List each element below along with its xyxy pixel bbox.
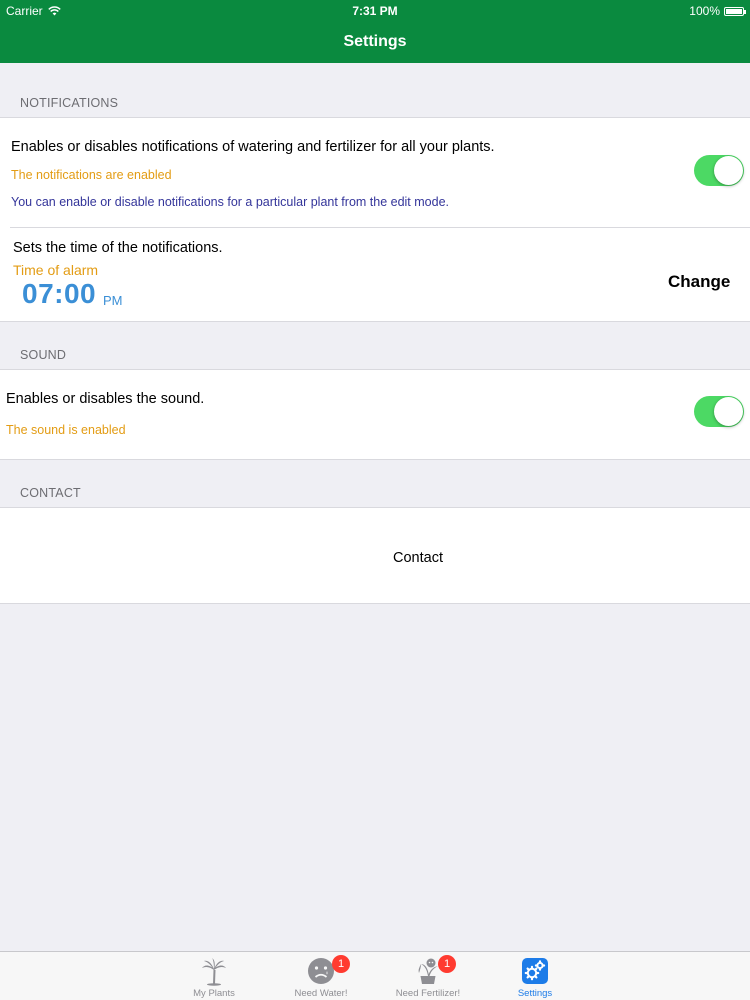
toggle-knob (714, 156, 743, 185)
notifications-section-header: NOTIFICATIONS (20, 96, 119, 110)
battery-icon (724, 6, 746, 16)
notification-badge: 1 (438, 955, 456, 973)
sound-description: Enables or disables the sound. (6, 391, 205, 407)
nav-bar: Settings (0, 20, 750, 63)
sound-toggle[interactable] (694, 396, 744, 427)
notifications-description: Enables or disables notifications of wat… (11, 139, 495, 155)
tab-label: Settings (517, 988, 553, 999)
tab-label: Need Water! (294, 988, 348, 999)
cell-divider (10, 227, 750, 228)
tab-bar: My Plants 1 Need Water! 1 Need Fertilize… (0, 951, 750, 1000)
contact-button[interactable]: Contact (0, 550, 750, 566)
notifications-hint: You can enable or disable notifications … (11, 195, 449, 209)
sound-section-header: SOUND (20, 348, 67, 362)
sound-group: Enables or disables the sound. The sound… (0, 369, 750, 460)
notifications-status: The notifications are enabled (11, 168, 172, 182)
change-time-button[interactable]: Change (668, 272, 730, 292)
gear-icon (522, 958, 548, 984)
tab-need-water[interactable]: 1 Need Water! (271, 952, 371, 1000)
contact-group: Contact (0, 507, 750, 604)
tab-need-fertilizer[interactable]: 1 Need Fertilizer! (378, 952, 478, 1000)
time-of-alarm-label: Time of alarm (13, 262, 99, 278)
alarm-time-period: PM (103, 293, 123, 308)
contact-section-header: CONTACT (20, 486, 81, 500)
palm-tree-icon (202, 958, 226, 986)
tab-my-plants[interactable]: My Plants (164, 952, 264, 1000)
notifications-toggle[interactable] (694, 155, 744, 186)
battery-indicator: 100% (689, 4, 746, 18)
alarm-time-value: 07:00 (22, 278, 97, 309)
notification-badge: 1 (332, 955, 350, 973)
status-bar: Carrier 7:31 PM 100% (0, 0, 750, 20)
tab-label: Need Fertilizer! (395, 988, 461, 999)
toggle-knob (714, 397, 743, 426)
page-title: Settings (343, 33, 407, 50)
tab-settings[interactable]: Settings (485, 952, 585, 1000)
time-description: Sets the time of the notifications. (13, 240, 223, 256)
battery-label: 100% (689, 4, 720, 18)
status-time: 7:31 PM (352, 4, 398, 18)
sound-status: The sound is enabled (6, 423, 126, 437)
notifications-group: Enables or disables notifications of wat… (0, 117, 750, 322)
tab-label: My Plants (193, 988, 235, 999)
